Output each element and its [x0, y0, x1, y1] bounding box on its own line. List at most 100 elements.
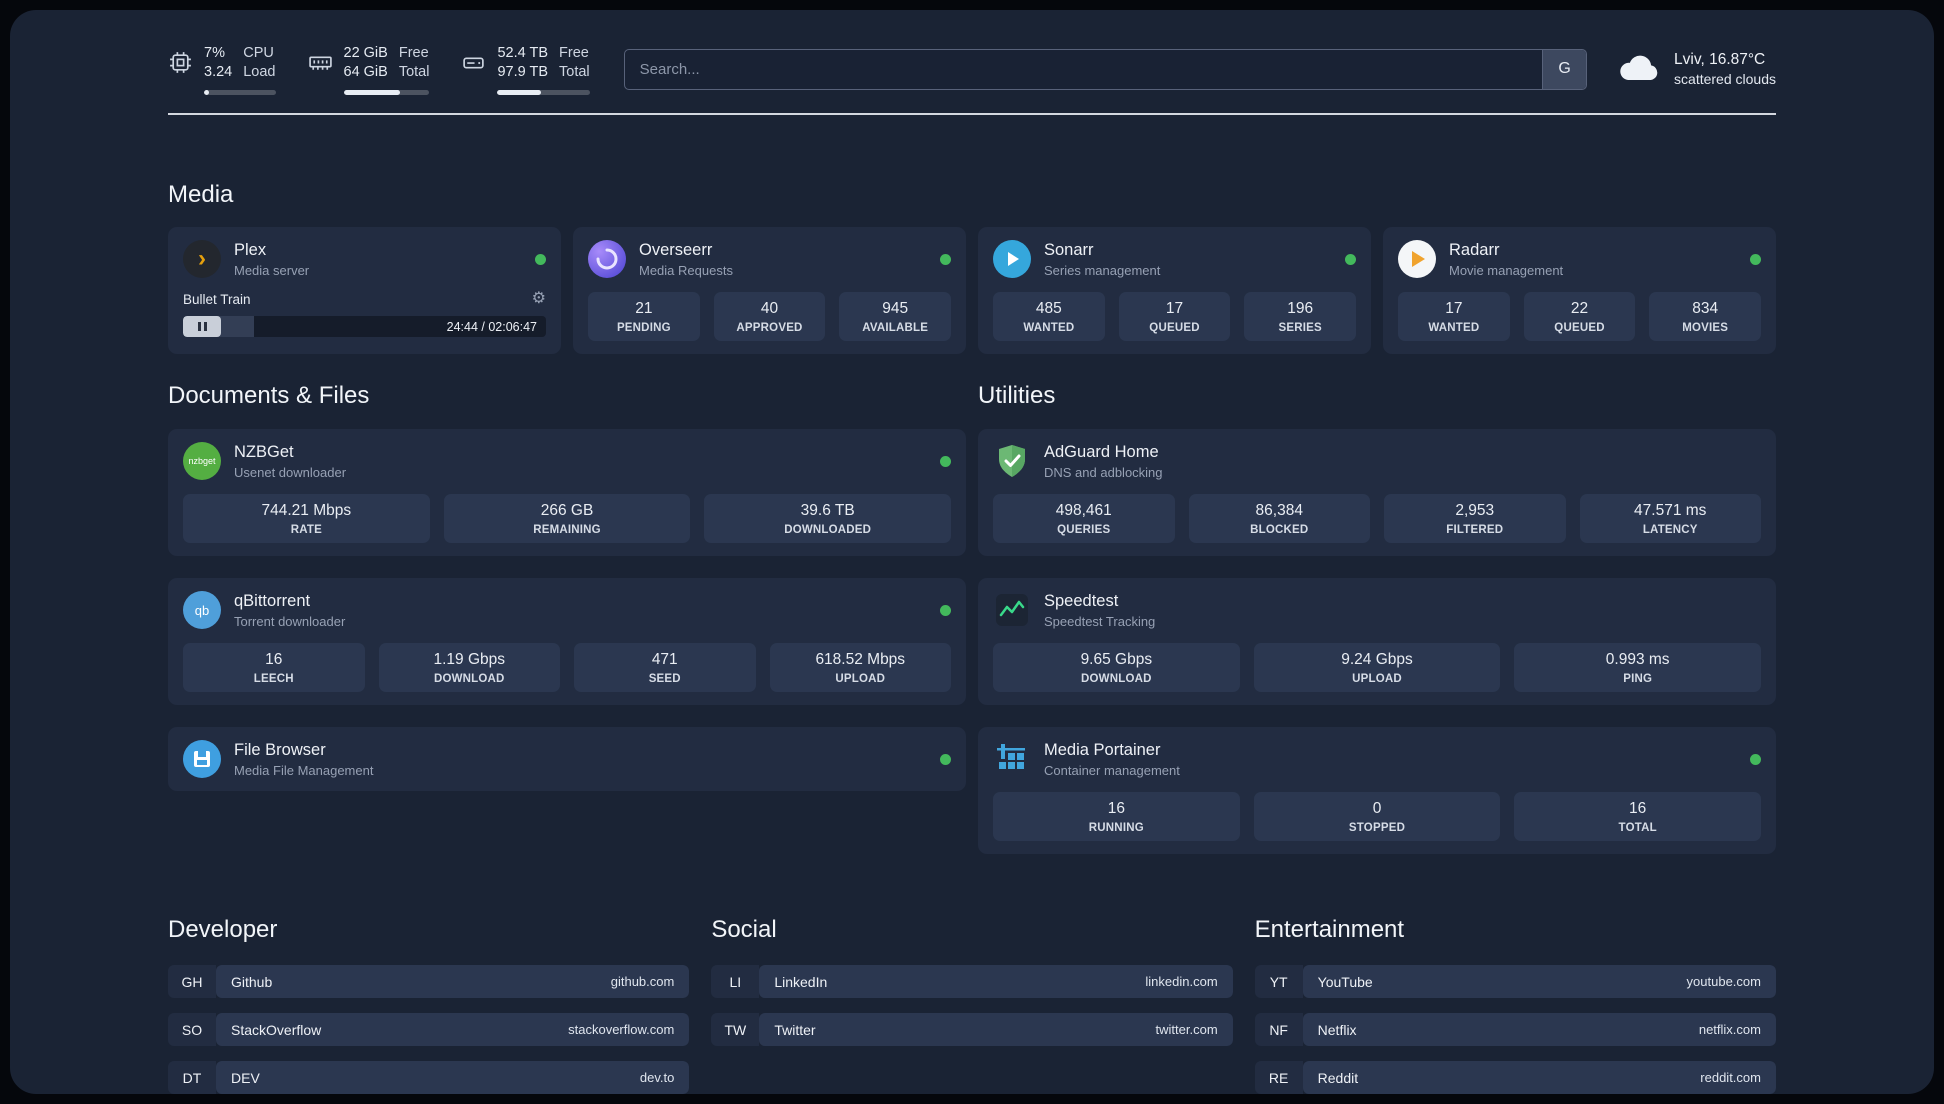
bookmark-stackoverflow[interactable]: SO StackOverflow stackoverflow.com	[168, 1013, 690, 1047]
ram-total: 64 GiB	[343, 63, 388, 80]
plex-card-head[interactable]: › Plex Media server	[183, 240, 546, 279]
disk-label2: Total	[559, 63, 590, 80]
stat-box: 16 LEECH	[183, 643, 365, 693]
stat-box: 196 SERIES	[1244, 292, 1357, 342]
cloud-icon	[1620, 55, 1658, 81]
overseerr-card-head[interactable]: Overseerr Media Requests	[588, 240, 951, 279]
radarr-card: Radarr Movie management 17 WANTED 22 QUE…	[1383, 227, 1776, 355]
search-engine-button[interactable]: G	[1542, 49, 1587, 89]
portainer-card-head[interactable]: Media Portainer Container management	[993, 740, 1761, 778]
documents-section: Documents & Files nzbget NZBGet Usenet d…	[168, 382, 966, 854]
radarr-icon	[1398, 240, 1436, 279]
bookmark-url: stackoverflow.com	[568, 1022, 675, 1038]
speedtest-card: Speedtest Speedtest Tracking 9.65 Gbps D…	[978, 578, 1776, 706]
qbittorrent-icon: qb	[183, 591, 221, 630]
bookmark-github[interactable]: GH Github github.com	[168, 965, 690, 999]
svg-text:nzbget: nzbget	[188, 456, 216, 466]
search-input[interactable]	[624, 49, 1543, 89]
bookmark-twitter[interactable]: TW Twitter twitter.com	[711, 1013, 1233, 1047]
pause-icon[interactable]	[183, 316, 221, 338]
speedtest-card-head[interactable]: Speedtest Speedtest Tracking	[993, 591, 1761, 629]
bookmark-name: Twitter	[774, 1021, 816, 1038]
stat-box: 618.52 Mbps UPLOAD	[769, 643, 951, 693]
disk-progress-bar	[497, 89, 590, 95]
stat-box: 1.19 Gbps DOWNLOAD	[378, 643, 560, 693]
plex-icon: ›	[183, 240, 221, 279]
stat-box: 39.6 TB DOWNLOADED	[704, 494, 952, 544]
bookmark-abbr: LI	[711, 965, 760, 999]
bookmark-url: twitter.com	[1155, 1022, 1218, 1038]
stat-box: 485 WANTED	[993, 292, 1105, 342]
stat-box: 16 RUNNING	[993, 792, 1240, 842]
nzbget-card-head[interactable]: nzbget NZBGet Usenet downloader	[183, 442, 951, 481]
disk-free: 52.4 TB	[497, 45, 549, 61]
stat-box: 86,384 BLOCKED	[1188, 494, 1370, 544]
filebrowser-card: File Browser Media File Management	[168, 727, 966, 792]
adguard-card: AdGuard Home DNS and adblocking 498,461 …	[978, 429, 1776, 557]
portainer-card: Media Portainer Container management 16 …	[978, 727, 1776, 855]
cpu-progress-bar	[204, 89, 276, 95]
svg-text:qb: qb	[195, 603, 209, 618]
status-dot	[1750, 753, 1761, 765]
bookmark-youtube[interactable]: YT YouTube youtube.com	[1254, 965, 1776, 999]
app-name: NZBGet	[234, 442, 294, 461]
app-subtitle: Media server	[234, 262, 310, 278]
bookmark-reddit[interactable]: RE Reddit reddit.com	[1254, 1061, 1776, 1094]
ram-progress-bar	[343, 89, 430, 95]
developer-section-title: Developer	[168, 916, 278, 944]
dashboard-surface: 7% 3.24 CPU Load 22 GiB 64 GiB Free Tota…	[10, 10, 1934, 1094]
weather-condition: scattered clouds	[1674, 71, 1776, 88]
weather-widget: Lviv, 16.87°C scattered clouds	[1617, 51, 1776, 87]
disk-total: 97.9 TB	[497, 63, 549, 80]
status-dot	[535, 253, 546, 265]
bookmark-dev[interactable]: DT DEV dev.to	[168, 1061, 690, 1094]
ram-label2: Total	[398, 63, 430, 80]
ram-icon	[308, 56, 332, 71]
playback-time: 24:44 / 02:06:47	[446, 319, 537, 334]
qbittorrent-card: qb qBittorrent Torrent downloader 16 LEE…	[168, 578, 966, 706]
stat-box: 2,953 FILTERED	[1384, 494, 1566, 544]
overseerr-card: Overseerr Media Requests 21 PENDING 40 A…	[573, 227, 966, 355]
ram-widget: 22 GiB 64 GiB Free Total	[308, 44, 430, 95]
radarr-card-head[interactable]: Radarr Movie management	[1398, 240, 1761, 279]
app-subtitle: Movie management	[1449, 262, 1564, 278]
now-playing-title: Bullet Train	[183, 291, 251, 307]
status-dot	[940, 455, 951, 467]
top-bar: 7% 3.24 CPU Load 22 GiB 64 GiB Free Tota…	[168, 44, 1776, 95]
plex-progress-bar[interactable]: 24:44 / 02:06:47	[183, 316, 546, 338]
bookmark-name: YouTube	[1317, 973, 1373, 990]
search-bar: G	[623, 48, 1588, 90]
bookmark-name: LinkedIn	[774, 973, 828, 990]
bookmark-url: dev.to	[639, 1070, 675, 1086]
stat-box: 17 WANTED	[1398, 292, 1510, 342]
qbittorrent-card-head[interactable]: qb qBittorrent Torrent downloader	[183, 591, 951, 630]
ram-label: Free	[398, 45, 429, 61]
app-name: Sonarr	[1044, 240, 1094, 259]
weather-location: Lviv, 16.87°C	[1674, 51, 1766, 69]
disk-widget: 52.4 TB 97.9 TB Free Total	[461, 44, 590, 95]
overseerr-icon	[588, 240, 626, 279]
app-subtitle: DNS and adblocking	[1044, 464, 1163, 480]
adguard-card-head[interactable]: AdGuard Home DNS and adblocking	[993, 442, 1761, 480]
sonarr-card-head[interactable]: Sonarr Series management	[993, 240, 1356, 279]
bookmark-url: linkedin.com	[1145, 974, 1218, 990]
app-name: File Browser	[234, 740, 326, 759]
bookmark-url: netflix.com	[1698, 1022, 1761, 1038]
gear-icon[interactable]: ⚙	[532, 291, 546, 307]
stat-box: 266 GB REMAINING	[443, 494, 691, 544]
ram-free: 22 GiB	[343, 45, 388, 61]
bookmark-netflix[interactable]: NF Netflix netflix.com	[1254, 1013, 1776, 1047]
social-bookmarks: Social LI LinkedIn linkedin.com TW Twitt…	[711, 916, 1233, 1094]
disk-label: Free	[559, 45, 589, 61]
status-dot	[940, 253, 951, 265]
bookmark-url: reddit.com	[1700, 1070, 1761, 1086]
bookmark-name: Netflix	[1317, 1021, 1357, 1038]
app-name: Media Portainer	[1044, 740, 1161, 759]
stat-box: 834 MOVIES	[1649, 292, 1762, 342]
bookmark-linkedin[interactable]: LI LinkedIn linkedin.com	[711, 965, 1233, 999]
stat-box: 0 STOPPED	[1253, 792, 1501, 842]
filebrowser-icon	[183, 740, 221, 779]
documents-section-title: Documents & Files	[168, 382, 370, 410]
filebrowser-card-head[interactable]: File Browser Media File Management	[183, 740, 951, 779]
app-subtitle: Series management	[1044, 262, 1161, 278]
